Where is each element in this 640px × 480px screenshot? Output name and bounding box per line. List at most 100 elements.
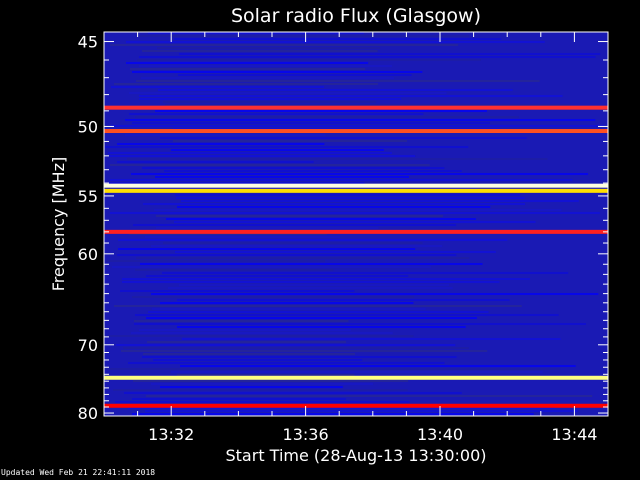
texture-stripe (106, 260, 326, 262)
band-48.8mhz (104, 105, 608, 110)
texture-stripe (125, 119, 596, 121)
plot-area (104, 32, 608, 416)
y-axis-label: Frequency [MHz] (49, 157, 68, 291)
x-axis-label: Start Time (28-Aug-13 13:30:00) (226, 446, 487, 465)
texture-stripe (105, 146, 469, 148)
texture-stripe (156, 215, 443, 217)
texture-stripe (143, 203, 526, 205)
texture-stripe (135, 116, 519, 118)
texture-stripe (134, 320, 349, 322)
texture-stripe (163, 242, 423, 244)
texture-stripe (104, 368, 561, 370)
texture-stripe (117, 161, 314, 163)
texture-stripe (145, 236, 340, 238)
texture-stripe (122, 278, 530, 280)
texture-stripe (146, 317, 477, 319)
texture-stripe (142, 50, 378, 52)
band-78.8mhz (104, 403, 608, 408)
texture-stripe (122, 281, 500, 283)
texture-stripe (156, 227, 379, 229)
texture-stripe (157, 47, 381, 49)
x-tick-label-1: 13:36 (283, 425, 329, 444)
texture-stripe (175, 194, 521, 196)
texture-stripe (134, 323, 586, 325)
texture-stripe (174, 38, 502, 40)
texture-stripe (115, 401, 410, 403)
texture-stripe (177, 326, 466, 328)
texture-stripe (181, 200, 579, 202)
spectrogram-chart: Solar radio Flux (Glasgow) 45 50 55 60 70 80 1… (49, 5, 609, 465)
texture-stripe (129, 113, 424, 115)
texture-stripe (143, 353, 355, 355)
texture-stripe (129, 92, 447, 94)
band-54.6mhz (104, 188, 608, 193)
texture-stripe (131, 173, 589, 175)
texture-stripe (179, 284, 450, 286)
texture-stripe (163, 101, 377, 103)
texture-stripe (118, 248, 416, 250)
texture-stripe (117, 143, 325, 145)
texture-stripe (174, 221, 536, 223)
texture-stripe (124, 392, 462, 394)
texture-stripe (139, 35, 470, 37)
texture-stripe (140, 263, 483, 265)
y-tick-label-45: 45 (78, 33, 98, 52)
texture-stripe (152, 308, 426, 310)
texture-stripe (151, 245, 443, 247)
texture-stripe (176, 197, 525, 199)
texture-stripe (147, 341, 346, 343)
texture-stripe (142, 167, 445, 169)
texture-stripe (177, 206, 491, 208)
texture-stripe (114, 83, 378, 85)
texture-stripe (175, 251, 496, 253)
texture-stripe (177, 299, 510, 301)
band-54.2mhz (104, 183, 608, 188)
texture-stripe (180, 365, 576, 367)
y-tick-label-60: 60 (78, 245, 98, 264)
texture-stripe (108, 152, 392, 154)
texture-stripe (127, 158, 548, 160)
y-tick-label-80: 80 (78, 404, 98, 423)
texture-stripe (155, 110, 487, 112)
texture-stripe (112, 266, 431, 268)
texture-stripe (148, 311, 489, 313)
texture-stripe (136, 80, 540, 82)
texture-stripe (135, 269, 334, 271)
texture-stripe (177, 374, 355, 376)
texture-stripe (110, 164, 430, 166)
texture-stripe (171, 149, 384, 151)
texture-stripe (146, 275, 409, 277)
texture-stripe (160, 302, 414, 304)
texture-stripe (145, 410, 578, 412)
update-timestamp: Updated Wed Feb 21 22:41:11 2018 (1, 468, 156, 477)
texture-stripe (130, 68, 366, 70)
texture-stripe (120, 290, 355, 292)
texture-stripe (155, 176, 410, 178)
texture-stripe (111, 125, 606, 127)
texture-stripe (154, 209, 562, 211)
texture-stripe (171, 371, 543, 373)
texture-stripe (132, 71, 423, 73)
chart-title: Solar radio Flux (Glasgow) (231, 5, 481, 27)
texture-stripe (108, 335, 414, 337)
texture-stripe (109, 155, 416, 157)
y-tick-label-55: 55 (78, 187, 98, 206)
texture-stripe (139, 329, 351, 331)
texture-stripe (125, 134, 326, 136)
texture-stripe (116, 344, 456, 346)
texture-stripe (136, 257, 470, 259)
texture-stripe (139, 98, 401, 100)
texture-stripe (151, 293, 599, 295)
x-tick-label-3: 13:44 (551, 425, 597, 444)
texture-stripe (126, 62, 369, 64)
texture-stripe (131, 332, 393, 334)
band-50.3mhz (104, 129, 608, 134)
x-tick-label-0: 13:32 (148, 425, 194, 444)
texture-stripe (179, 53, 601, 55)
texture-stripe (133, 224, 457, 226)
x-tick-label-2: 13:40 (417, 425, 463, 444)
texture-stripe (173, 140, 407, 142)
texture-stripe (139, 65, 393, 67)
texture-stripe (142, 356, 457, 358)
texture-stripe (168, 287, 453, 289)
